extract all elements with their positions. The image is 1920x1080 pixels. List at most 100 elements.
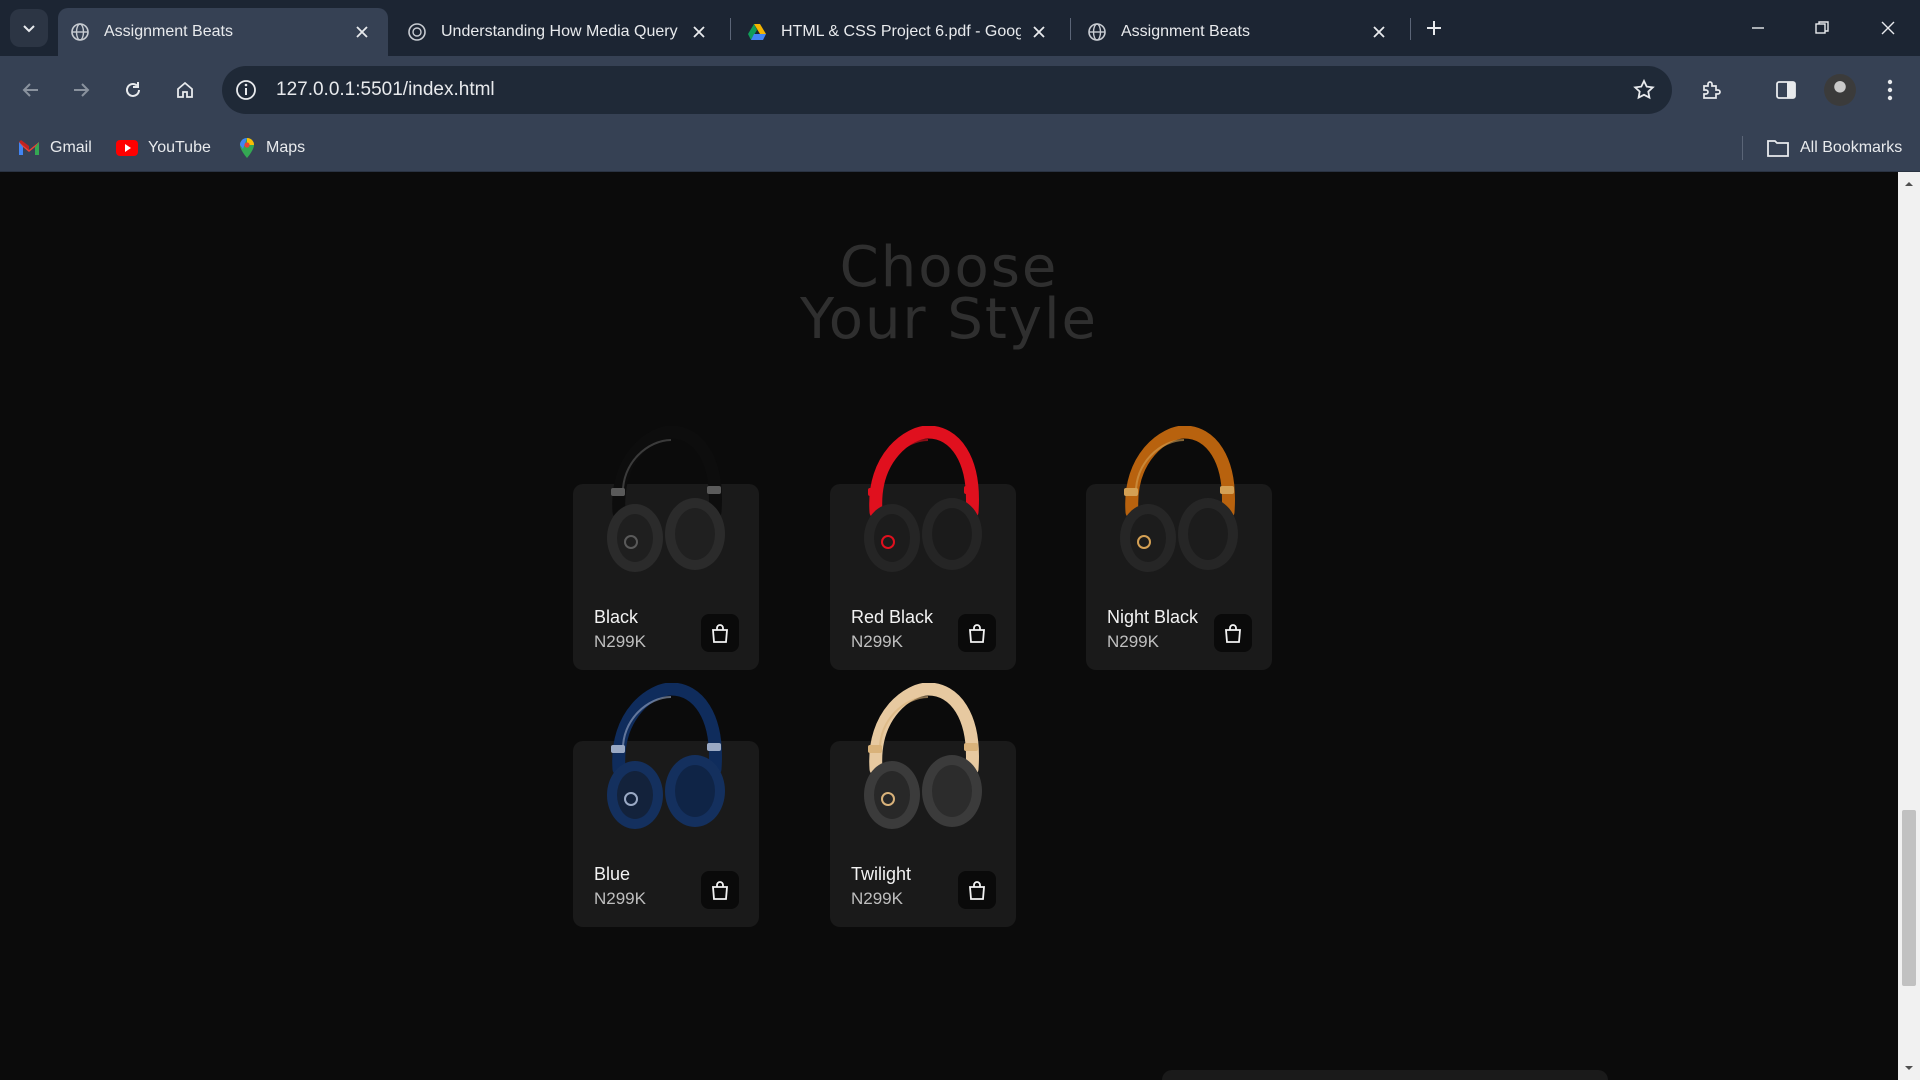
- shopping-bag-icon: [712, 881, 728, 900]
- bookmark-youtube[interactable]: YouTube: [116, 134, 211, 162]
- tab-strip: Assignment Beats Understanding How Media…: [0, 0, 1920, 56]
- product-name: Black: [594, 607, 639, 627]
- product-name: Night Black: [1107, 607, 1199, 627]
- menu-button[interactable]: [1874, 74, 1906, 106]
- shopping-bag-icon: [712, 624, 728, 643]
- add-to-cart-button[interactable]: [1214, 614, 1252, 652]
- close-tab-icon[interactable]: [1027, 20, 1051, 44]
- tab-separator: [730, 18, 731, 40]
- scroll-down-icon[interactable]: [1903, 1062, 1915, 1074]
- google-drive-icon: [748, 24, 766, 40]
- restore-button[interactable]: [1806, 12, 1838, 44]
- add-to-cart-button[interactable]: [958, 614, 996, 652]
- more-vertical-icon: [1887, 79, 1893, 101]
- page-viewport: Choose Your Style Black N299K Red Black …: [0, 172, 1898, 1080]
- product-card[interactable]: Night Black N299K: [1086, 426, 1272, 670]
- extensions-button[interactable]: [1696, 74, 1728, 106]
- shopping-bag-icon: [1225, 624, 1241, 643]
- minimize-icon: [1752, 27, 1764, 29]
- globe-icon: [71, 23, 89, 41]
- bookmark-gmail[interactable]: Gmail: [18, 134, 92, 162]
- bookmark-label: Gmail: [50, 139, 92, 156]
- product-price: N299K: [851, 632, 903, 651]
- bookmark-label: Maps: [266, 139, 306, 156]
- gmail-icon: [19, 140, 39, 155]
- shopping-bag-icon: [969, 624, 985, 643]
- product-card[interactable]: Blue N299K: [573, 683, 759, 927]
- headphones-image: [864, 426, 982, 572]
- reload-icon: [126, 82, 140, 97]
- product-card[interactable]: Red Black N299K: [830, 426, 1016, 670]
- add-to-cart-button[interactable]: [958, 871, 996, 909]
- bookmark-label: YouTube: [148, 139, 211, 156]
- add-to-cart-button[interactable]: [701, 871, 739, 909]
- headphones-image: [1120, 426, 1238, 572]
- product-name: Red Black: [851, 607, 934, 627]
- puzzle-icon: [1703, 81, 1721, 99]
- side-panel-button[interactable]: [1770, 74, 1802, 106]
- all-bookmarks-label: All Bookmarks: [1800, 139, 1903, 156]
- minimize-button[interactable]: [1742, 12, 1774, 44]
- globe-icon: [1088, 23, 1106, 41]
- browser-toolbar: 127.0.0.1:5501/index.html: [0, 56, 1920, 124]
- tab-assignment-beats[interactable]: Assignment Beats: [1075, 8, 1405, 56]
- product-price: N299K: [594, 889, 646, 908]
- scrollbar-thumb[interactable]: [1902, 810, 1916, 986]
- tab-media-query[interactable]: Understanding How Media Query: [395, 8, 725, 56]
- product-name: Blue: [594, 864, 631, 884]
- close-tab-icon[interactable]: [687, 20, 711, 44]
- tab-google-drive-pdf[interactable]: HTML & CSS Project 6.pdf - Googl: [735, 8, 1065, 56]
- home-button[interactable]: [168, 73, 202, 107]
- plus-icon: [1427, 21, 1441, 35]
- product-card[interactable]: Twilight N299K: [830, 683, 1016, 927]
- tab-title: Assignment Beats: [104, 23, 233, 40]
- product-name: Twilight: [851, 864, 912, 884]
- restore-icon: [1815, 21, 1829, 34]
- close-window-button[interactable]: [1872, 12, 1904, 44]
- close-tab-icon[interactable]: [350, 20, 374, 44]
- bookmarks-separator: [1742, 136, 1743, 160]
- chevron-down-icon: [23, 25, 35, 33]
- url-text[interactable]: 127.0.0.1:5501/index.html: [276, 80, 495, 100]
- page-scrollbar[interactable]: [1898, 172, 1920, 1080]
- tab-title: HTML & CSS Project 6.pdf - Googl: [781, 23, 1021, 40]
- tab-assignment-beats-active[interactable]: Assignment Beats: [58, 8, 388, 56]
- tab-title: Understanding How Media Query: [441, 23, 678, 40]
- tab-separator: [1070, 18, 1071, 40]
- bookmarks-bar: Gmail YouTube Maps All Bookmarks: [0, 124, 1920, 172]
- maps-icon: [240, 138, 254, 158]
- close-tab-icon[interactable]: [1367, 20, 1391, 44]
- headphones-image: [607, 426, 725, 572]
- web-icon: [408, 23, 426, 41]
- arrow-left-icon: [22, 83, 38, 97]
- all-bookmarks-button[interactable]: All Bookmarks: [1766, 134, 1902, 162]
- section-heading: Choose Your Style: [0, 240, 1898, 352]
- back-button[interactable]: [14, 73, 48, 107]
- info-icon[interactable]: [234, 78, 258, 102]
- forward-button[interactable]: [64, 73, 98, 107]
- side-panel-icon: [1776, 81, 1796, 99]
- new-tab-button[interactable]: [1420, 14, 1448, 42]
- product-price: N299K: [1107, 632, 1159, 651]
- product-card[interactable]: Black N299K: [573, 426, 759, 670]
- address-bar[interactable]: 127.0.0.1:5501/index.html: [222, 66, 1672, 114]
- bookmark-star-icon[interactable]: [1632, 78, 1656, 102]
- reload-button[interactable]: [116, 73, 150, 107]
- profile-avatar[interactable]: [1824, 74, 1856, 106]
- tab-separator: [1410, 18, 1411, 40]
- product-price: N299K: [594, 632, 646, 651]
- headphones-image: [607, 683, 725, 829]
- heading-line-2: Your Style: [799, 287, 1098, 352]
- product-price: N299K: [851, 889, 903, 908]
- bookmark-maps[interactable]: Maps: [238, 134, 305, 162]
- tab-search-button[interactable]: [10, 9, 48, 47]
- folder-icon: [1767, 140, 1789, 157]
- headphones-image: [864, 683, 982, 829]
- add-to-cart-button[interactable]: [701, 614, 739, 652]
- arrow-right-icon: [74, 83, 90, 97]
- youtube-icon: [116, 140, 138, 156]
- tab-title: Assignment Beats: [1121, 23, 1250, 40]
- scroll-up-icon[interactable]: [1903, 178, 1915, 190]
- close-icon: [1881, 21, 1895, 35]
- home-icon: [177, 81, 193, 98]
